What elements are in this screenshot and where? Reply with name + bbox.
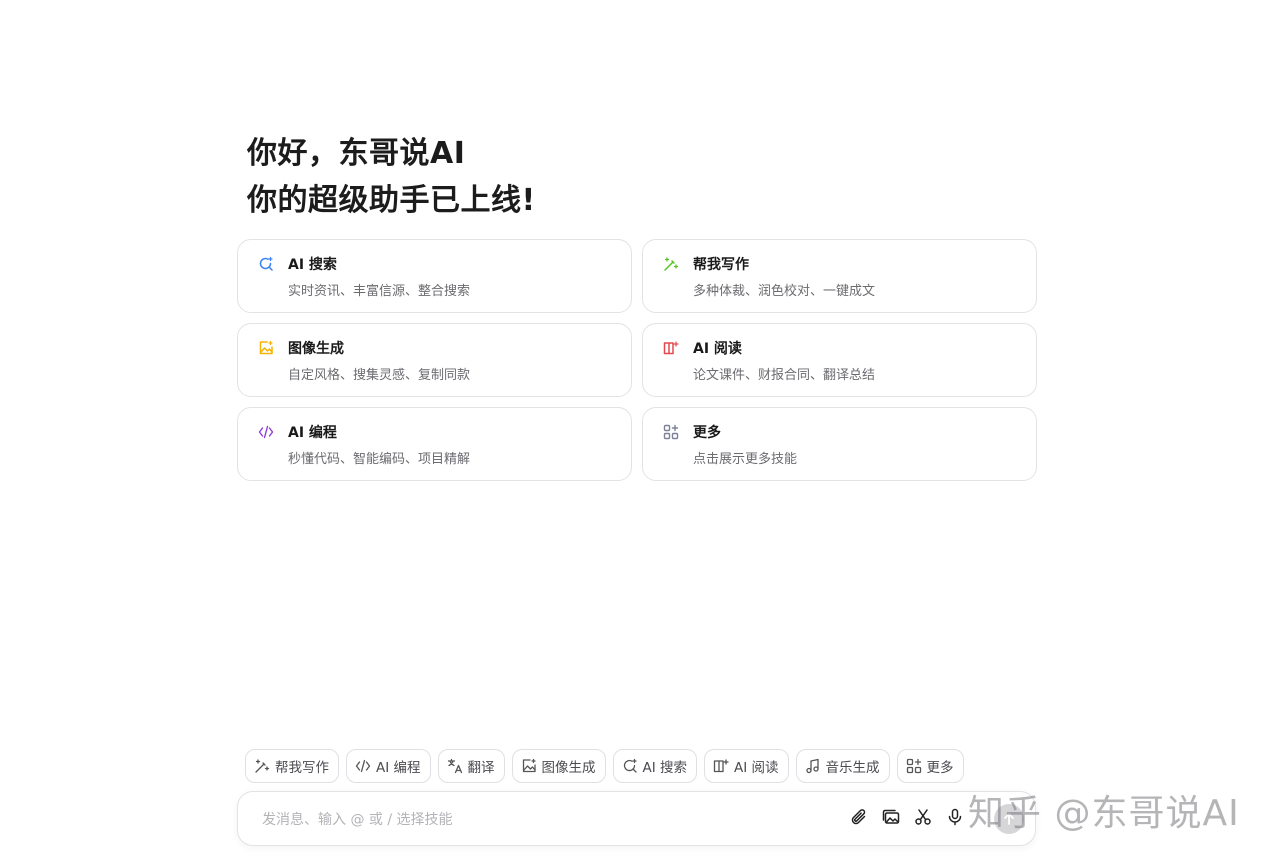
apps-icon	[906, 758, 921, 774]
greeting-line-2: 你的超级助手已上线!	[247, 183, 536, 218]
greeting-line-1: 你好，东哥说AI	[247, 136, 466, 171]
skill-cards: AI 搜索 实时资讯、丰富信源、整合搜索 帮我写作 多种体裁、润色校对、一键成文…	[237, 239, 1037, 481]
message-input[interactable]	[260, 806, 824, 834]
card-desc: 秒懂代码、智能编码、项目精解	[288, 452, 471, 467]
card-title: 图像生成	[288, 341, 344, 357]
card-title: AI 搜索	[288, 257, 337, 273]
chip-image-gen[interactable]: 图像生成	[511, 749, 606, 783]
music-icon	[805, 758, 819, 774]
chip-label: 图像生成	[541, 760, 596, 776]
chip-label: AI 编程	[376, 760, 421, 776]
book-sparkle-icon	[662, 339, 680, 357]
card-more[interactable]: 更多 点击展示更多技能	[642, 407, 1037, 481]
chip-label: 帮我写作	[275, 760, 329, 776]
card-ai-reading[interactable]: AI 阅读 论文课件、财报合同、翻译总结	[642, 323, 1037, 397]
card-ai-search[interactable]: AI 搜索 实时资讯、丰富信源、整合搜索	[237, 239, 632, 313]
card-desc: 自定风格、搜集灵感、复制同款	[288, 368, 471, 383]
card-desc: 点击展示更多技能	[693, 452, 798, 467]
card-title: AI 阅读	[693, 341, 742, 357]
card-image-gen[interactable]: 图像生成 自定风格、搜集灵感、复制同款	[237, 323, 632, 397]
code-icon	[355, 759, 371, 773]
chip-music-gen[interactable]: 音乐生成	[795, 749, 890, 783]
watermark: 知乎 @东哥说AI	[968, 793, 1240, 834]
chip-label: 更多	[926, 760, 954, 776]
code-icon	[257, 423, 275, 441]
card-writing[interactable]: 帮我写作 多种体裁、润色校对、一键成文	[642, 239, 1037, 313]
card-ai-coding[interactable]: AI 编程 秒懂代码、智能编码、项目精解	[237, 407, 632, 481]
search-icon	[623, 758, 637, 773]
apps-icon	[662, 423, 680, 441]
magic-pen-icon	[255, 759, 270, 773]
composer-tools	[850, 808, 964, 826]
greeting: 你好，东哥说AI 你的超级助手已上线!	[247, 130, 947, 224]
card-title: 更多	[693, 425, 721, 441]
message-composer	[237, 791, 1036, 846]
chip-label: 音乐生成	[825, 760, 880, 776]
card-desc: 论文课件、财报合同、翻译总结	[693, 368, 876, 383]
search-sparkle-icon	[257, 255, 275, 273]
microphone-icon[interactable]	[946, 808, 964, 826]
chip-label: AI 阅读	[734, 760, 779, 776]
scissors-icon[interactable]	[914, 808, 932, 826]
chip-more[interactable]: 更多	[896, 749, 964, 783]
paperclip-icon[interactable]	[850, 808, 868, 826]
card-title: 帮我写作	[693, 257, 749, 273]
chip-writing[interactable]: 帮我写作	[245, 749, 339, 783]
card-title: AI 编程	[288, 425, 337, 441]
chip-ai-search[interactable]: AI 搜索	[612, 749, 698, 783]
image-upload-icon[interactable]	[882, 808, 900, 826]
image-sparkle-icon	[257, 339, 275, 357]
chip-translate[interactable]: 翻译	[437, 749, 505, 783]
image-icon	[522, 758, 536, 773]
book-icon	[713, 759, 729, 773]
translate-icon	[447, 758, 462, 774]
magic-pen-icon	[662, 255, 680, 273]
chip-label: AI 搜索	[642, 760, 688, 776]
skill-chips: 帮我写作 AI 编程 翻译 图像生成 AI 搜索 AI 阅读 音乐生成 更多	[245, 749, 964, 783]
chip-label: 翻译	[467, 760, 495, 776]
chip-ai-coding[interactable]: AI 编程	[346, 749, 431, 783]
chip-ai-reading[interactable]: AI 阅读	[704, 749, 789, 783]
card-desc: 多种体裁、润色校对、一键成文	[693, 284, 876, 299]
card-desc: 实时资讯、丰富信源、整合搜索	[288, 284, 471, 299]
